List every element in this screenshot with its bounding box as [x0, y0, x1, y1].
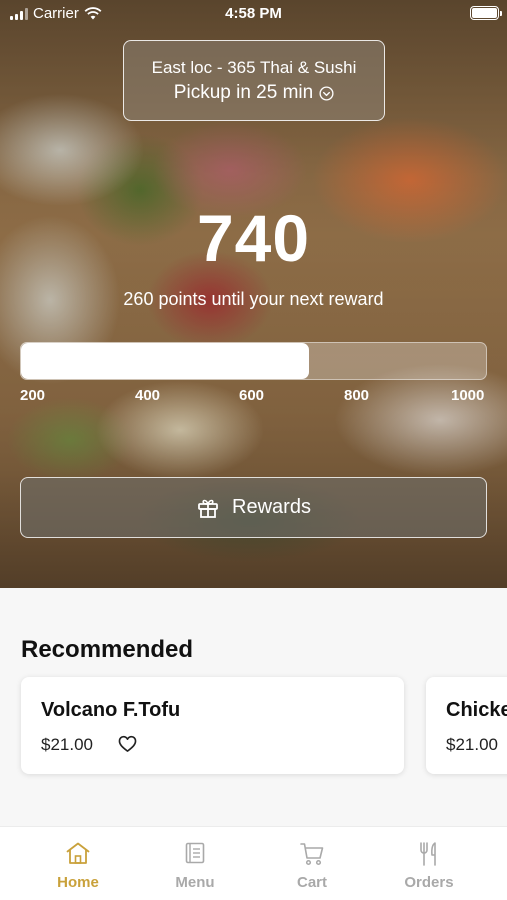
item-price: $21.00	[41, 735, 93, 754]
points-balance: 740	[196, 201, 311, 275]
progress-tick-label: 800	[344, 387, 370, 404]
tab-home[interactable]: Home	[20, 827, 136, 900]
app-screen: Carrier 4:58 PM East loc - 365 Thai & Su…	[0, 0, 507, 900]
progress-tick-label: 400	[135, 387, 161, 404]
points-until-reward: 260 points until your next reward	[123, 289, 384, 309]
cart-icon	[300, 843, 324, 866]
rewards-progress-fill	[21, 343, 310, 379]
pickup-time-label: Pickup in 25 min	[173, 82, 314, 103]
recommended-heading: Recommended	[21, 636, 194, 663]
bottom-tab-bar: Home Menu Cart Orders	[0, 826, 507, 900]
item-price: $21.00	[446, 735, 498, 754]
rewards-button-label: Rewards	[232, 496, 311, 518]
progress-tick-label: 200	[20, 387, 46, 404]
tab-cart[interactable]: Cart	[254, 827, 370, 900]
recommended-item-card[interactable]: Volcano F.Tofu $21.00	[21, 677, 404, 774]
tab-label: Menu	[175, 874, 215, 891]
recommended-item-card[interactable]: Chicke $21.00	[426, 677, 507, 774]
location-selector[interactable]: East loc - 365 Thai & Sushi Pickup in 25…	[123, 40, 385, 121]
battery-icon	[470, 6, 502, 20]
item-name: Volcano F.Tofu	[41, 699, 181, 721]
tab-label: Cart	[296, 874, 327, 891]
menu-book-icon	[185, 842, 205, 864]
rewards-progress-bar	[20, 342, 487, 380]
fork-knife-icon	[420, 842, 436, 866]
home-icon	[66, 842, 90, 864]
hero-food-background: Carrier 4:58 PM East loc - 365 Thai & Su…	[0, 0, 507, 588]
location-name: East loc - 365 Thai & Sushi	[151, 58, 357, 77]
chevron-down-circle-icon	[319, 85, 334, 101]
favorite-heart-icon[interactable]	[118, 735, 137, 753]
progress-tick-label: 600	[239, 387, 265, 404]
tab-label: Home	[57, 874, 99, 891]
status-time: 4:58 PM	[225, 5, 282, 22]
status-bar: Carrier 4:58 PM	[0, 0, 507, 28]
tab-menu[interactable]: Menu	[137, 827, 253, 900]
rewards-button[interactable]: Rewards	[20, 477, 487, 538]
tab-label: Orders	[404, 874, 454, 891]
tab-orders[interactable]: Orders	[371, 827, 487, 900]
gift-icon	[198, 499, 218, 518]
progress-tick-label: 1000	[451, 387, 485, 404]
item-name: Chicke	[446, 699, 507, 721]
pickup-time-row: Pickup in 25 min	[124, 82, 384, 104]
